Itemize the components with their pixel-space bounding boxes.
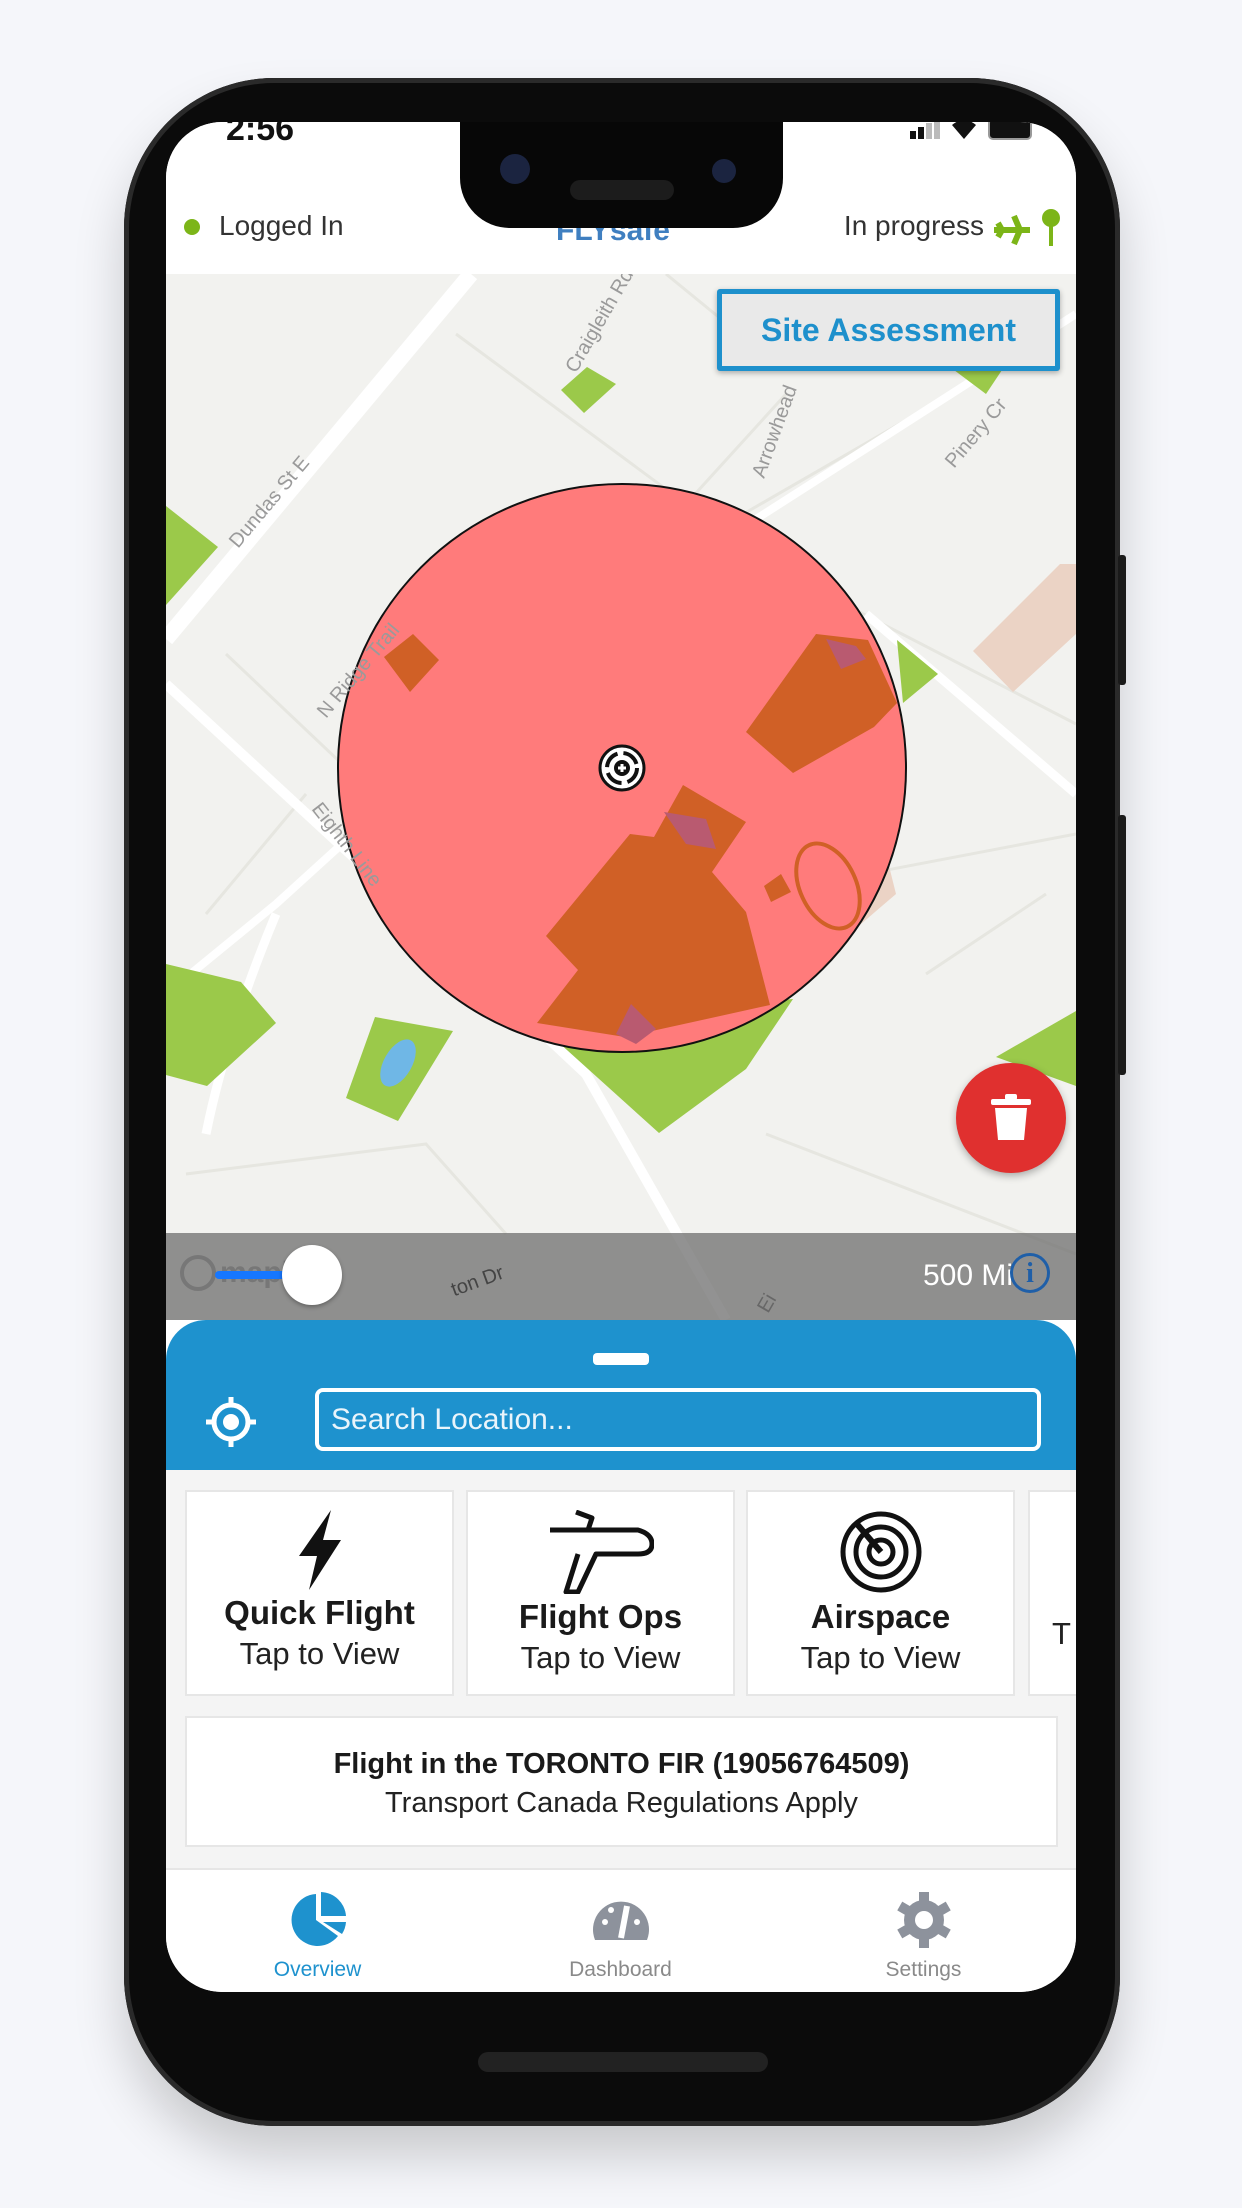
search-panel — [166, 1320, 1076, 1470]
gear-icon — [896, 1892, 951, 1948]
radius-slider-thumb[interactable] — [282, 1245, 342, 1305]
airspace-info-card[interactable]: Flight in the TORONTO FIR (19056764509) … — [185, 1716, 1058, 1847]
card-title: Quick Flight — [224, 1594, 415, 1631]
phone-speaker-bar — [478, 2052, 768, 2072]
camera-notch — [460, 122, 783, 228]
street-label: Arrowhead — [748, 382, 802, 480]
card-title: Flight Ops — [518, 1598, 683, 1635]
building — [973, 564, 1076, 692]
lightning-icon — [298, 1510, 341, 1590]
speaker-grille — [570, 180, 674, 200]
mapbox-icon — [180, 1255, 216, 1291]
street-label: Dundas St E — [225, 452, 314, 552]
tab-overview[interactable]: Overview — [166, 1870, 469, 1992]
pin-icon — [1042, 209, 1060, 246]
tab-dashboard[interactable]: Dashboard — [469, 1870, 772, 1992]
street-label: Craigleith Rd — [561, 274, 638, 377]
wifi-icon — [952, 122, 976, 139]
card-airspace[interactable]: Airspace Tap to View — [746, 1490, 1015, 1696]
trash-icon — [991, 1094, 1031, 1140]
app-screen: 2:56 Logged In FLYsafe In progress Dunda… — [166, 122, 1076, 1992]
login-status-dot — [184, 219, 200, 235]
pie-chart-icon — [291, 1892, 346, 1946]
card-quick-flight[interactable]: Quick Flight Tap to View — [185, 1490, 454, 1696]
card-subtitle: T — [1052, 1616, 1071, 1651]
status-time: 2:56 — [226, 122, 295, 148]
map-canvas[interactable]: Dundas St E Craigleith Rd Arrowhead Pine… — [166, 274, 1076, 1320]
signal-icon — [910, 122, 940, 139]
card-subtitle: Tap to View — [520, 1640, 681, 1675]
info-subtitle: Transport Canada Regulations Apply — [385, 1787, 858, 1819]
radar-icon — [840, 1511, 921, 1593]
tab-label: Settings — [885, 1958, 962, 1981]
site-assessment-button[interactable]: Site Assessment — [717, 289, 1060, 371]
feature-cards: Quick Flight Tap to View Flight Ops Tap … — [166, 1470, 1076, 1868]
status-icons — [910, 122, 1036, 140]
delete-zone-button[interactable] — [956, 1063, 1066, 1173]
airplane-icon — [994, 214, 1030, 246]
camera-icon — [500, 154, 530, 184]
card-subtitle: Tap to View — [239, 1636, 400, 1671]
card-partial[interactable]: T — [1028, 1490, 1076, 1696]
radius-label: 500 Mi — [923, 1259, 1014, 1292]
tab-label: Dashboard — [569, 1958, 672, 1981]
info-title: Flight in the TORONTO FIR (19056764509) — [333, 1748, 910, 1780]
phone-power-button — [1118, 555, 1126, 685]
gauge-icon — [592, 1901, 649, 1940]
card-title: Airspace — [810, 1598, 951, 1635]
card-subtitle: Tap to View — [800, 1640, 961, 1675]
street-label: ton Dr — [448, 1261, 507, 1302]
battery-icon — [988, 122, 1032, 140]
locate-me-icon[interactable] — [204, 1395, 258, 1449]
drag-handle[interactable] — [593, 1353, 649, 1365]
tab-label: Overview — [273, 1958, 362, 1981]
search-location-input[interactable] — [315, 1388, 1041, 1451]
info-icon[interactable]: i — [1010, 1253, 1050, 1293]
flight-status: In progress — [843, 210, 984, 241]
tab-settings[interactable]: Settings — [772, 1870, 1075, 1992]
phone-volume-button — [1118, 815, 1126, 1075]
airplane-icon — [549, 1510, 654, 1594]
camera-icon — [712, 159, 736, 183]
login-status: Logged In — [219, 210, 344, 241]
map-view[interactable]: Dundas St E Craigleith Rd Arrowhead Pine… — [166, 274, 1076, 1320]
street-label: Pinery Cr — [941, 394, 1012, 472]
card-flight-ops[interactable]: Flight Ops Tap to View — [466, 1490, 735, 1696]
bottom-tab-bar: Overview Dashboard Settings — [166, 1868, 1076, 1992]
map-footer-overlay: ton Dr mapbox 500 Mi i — [166, 1233, 1076, 1320]
target-icon[interactable] — [598, 744, 646, 792]
